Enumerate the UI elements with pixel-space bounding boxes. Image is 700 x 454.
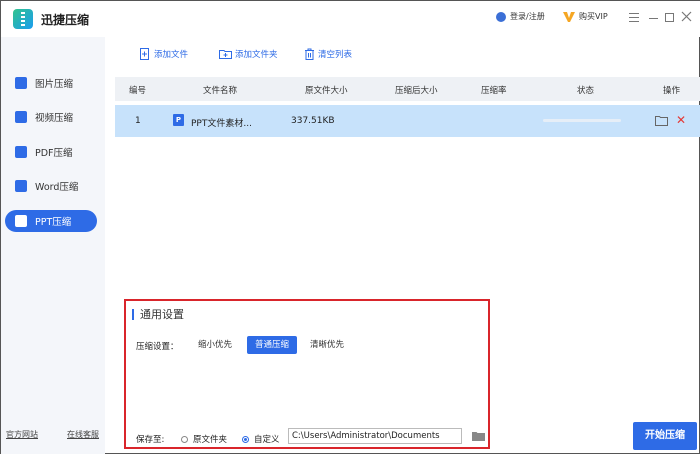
login-link[interactable]: 登录/注册: [496, 11, 545, 22]
add-file-icon: [140, 48, 149, 60]
user-icon: [496, 11, 506, 22]
col-status: 状态: [577, 86, 595, 96]
add-folder-button[interactable]: 添加文件夹: [219, 48, 278, 60]
option-clarity-first[interactable]: 清晰优先: [302, 336, 352, 354]
online-support-link[interactable]: 在线客服: [67, 429, 99, 440]
col-name: 文件名称: [203, 86, 238, 96]
word-icon: [15, 180, 27, 192]
option-normal-compress[interactable]: 普通压缩: [247, 336, 298, 354]
table-header: 编号 文件名称 原文件大小 压缩后大小 压缩率 状态 操作: [115, 77, 700, 101]
radio-dot-selected: [242, 435, 249, 443]
vip-icon: [563, 11, 575, 22]
settings-title: 通用设置: [132, 309, 184, 320]
sidebar-item-image[interactable]: 图片压缩: [5, 72, 97, 94]
add-folder-icon: [219, 50, 232, 59]
save-to-label: 保存至:: [136, 435, 165, 445]
radio-custom[interactable]: 自定义: [242, 433, 280, 445]
sidebar-item-label: PDF压缩: [35, 148, 73, 159]
sidebar-item-label: PPT压缩: [35, 217, 72, 228]
browse-folder-icon[interactable]: [472, 431, 485, 441]
trash-icon: [305, 48, 314, 60]
image-icon: [15, 77, 27, 89]
table-row[interactable]: 1 P PPT文件素材... 337.51KB ✕: [115, 105, 700, 137]
ppt-icon: [15, 215, 27, 227]
general-settings-panel: 通用设置 压缩设置： 缩小优先 普通压缩 清晰优先 保存至: 原文件夹 自定义: [124, 299, 490, 449]
start-compress-button[interactable]: 开始压缩: [633, 422, 697, 450]
sidebar-item-pdf[interactable]: PDF压缩: [5, 141, 97, 163]
close-icon[interactable]: [681, 11, 692, 22]
app-window: 迅捷压缩 登录/注册 购买VIP 图片压缩 视频压缩 PDF压缩 Word压缩 …: [0, 0, 700, 454]
menu-icon[interactable]: [629, 13, 639, 22]
maximize-icon[interactable]: [665, 13, 674, 22]
sidebar-item-label: Word压缩: [35, 182, 79, 193]
sidebar-item-word[interactable]: Word压缩: [5, 175, 97, 197]
radio-label: 自定义: [254, 435, 280, 445]
row-file-name: PPT文件素材...: [191, 119, 252, 129]
vip-label: 购买VIP: [579, 12, 608, 21]
open-folder-icon[interactable]: [655, 115, 668, 126]
sidebar: 图片压缩 视频压缩 PDF压缩 Word压缩 PPT压缩: [1, 37, 105, 454]
sidebar-item-label: 视频压缩: [35, 113, 74, 124]
col-index: 编号: [129, 86, 147, 96]
video-icon: [15, 111, 27, 123]
buy-vip-link[interactable]: 购买VIP: [563, 11, 608, 22]
sidebar-item-label: 图片压缩: [35, 79, 74, 90]
minimize-icon[interactable]: [649, 18, 658, 19]
clear-list-label: 清空列表: [318, 50, 353, 60]
login-label: 登录/注册: [510, 12, 545, 21]
pdf-icon: [15, 146, 27, 158]
sidebar-item-ppt[interactable]: PPT压缩: [5, 210, 97, 232]
clear-list-button[interactable]: 清空列表: [304, 48, 352, 60]
title-bar: 迅捷压缩 登录/注册 购买VIP: [1, 1, 700, 37]
add-folder-label: 添加文件夹: [235, 50, 278, 60]
official-website-link[interactable]: 官方网站: [6, 429, 38, 440]
delete-icon[interactable]: ✕: [676, 114, 686, 126]
radio-original-folder[interactable]: 原文件夹: [181, 433, 227, 445]
app-title: 迅捷压缩: [41, 13, 90, 27]
save-path-input[interactable]: [288, 428, 462, 444]
compress-settings-label: 压缩设置：: [136, 342, 179, 352]
col-comp-size: 压缩后大小: [395, 86, 438, 96]
add-file-label: 添加文件: [154, 50, 189, 60]
add-file-button[interactable]: 添加文件: [140, 48, 188, 60]
sidebar-item-video[interactable]: 视频压缩: [5, 106, 97, 128]
app-logo-icon: [13, 9, 33, 29]
col-orig-size: 原文件大小: [305, 86, 348, 96]
row-orig-size: 337.51KB: [291, 116, 335, 126]
col-ratio: 压缩率: [481, 86, 507, 96]
radio-label: 原文件夹: [193, 435, 228, 445]
row-index: 1: [135, 116, 141, 126]
ppt-file-icon: P: [173, 114, 184, 126]
col-actions: 操作: [663, 86, 681, 96]
radio-dot: [181, 435, 188, 443]
option-shrink-first[interactable]: 缩小优先: [190, 336, 240, 354]
row-progress-bar: [543, 119, 621, 122]
